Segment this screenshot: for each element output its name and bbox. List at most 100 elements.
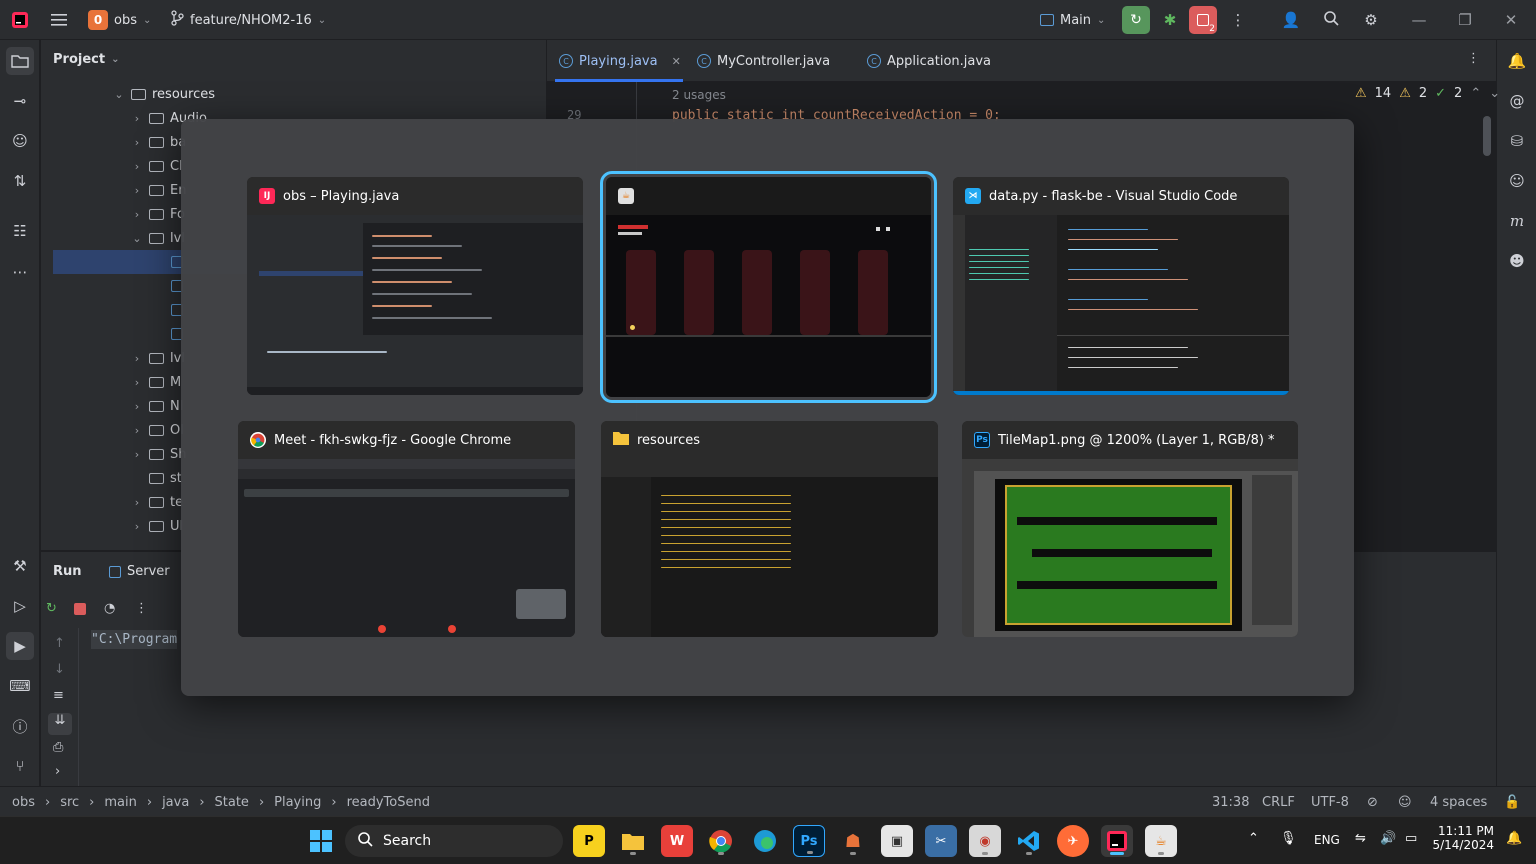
search-button[interactable]	[1317, 6, 1345, 34]
file-encoding[interactable]: UTF-8	[1311, 787, 1349, 817]
stop-button[interactable]: 2	[1189, 6, 1217, 34]
pull-request-icon[interactable]: ⇅	[6, 167, 34, 195]
run-tool-icon[interactable]: ▶	[6, 632, 34, 660]
chevron-right-icon[interactable]: ›	[131, 160, 143, 173]
tree-folder[interactable]: ⌄ resources	[113, 82, 215, 106]
stop-icon[interactable]	[74, 603, 86, 615]
tree-folder[interactable]: › UI	[131, 514, 184, 538]
copilot-icon[interactable]: ☺	[6, 127, 34, 155]
window-thumbnail-game[interactable]: ☕	[600, 171, 937, 403]
chevron-right-icon[interactable]: ›	[131, 424, 143, 437]
breadcrumb-item[interactable]: Playing	[274, 795, 321, 810]
wps-icon[interactable]: W	[661, 825, 693, 857]
chevron-right-icon[interactable]: ›	[131, 112, 143, 125]
server-tab[interactable]: Server	[109, 564, 170, 579]
language-indicator[interactable]: ENG	[1314, 833, 1340, 847]
line-separator[interactable]: CRLF	[1262, 787, 1295, 817]
inspection-widget[interactable]: ⚠ 14 ⚠ 2 ✓ 2 ⌃ ⌄	[1355, 86, 1500, 101]
more-icon[interactable]: ⋮	[135, 601, 148, 616]
build-icon[interactable]: ⚒	[6, 552, 34, 580]
volume-icon[interactable]: 🔊	[1380, 831, 1396, 846]
rerun-button[interactable]: ↻	[1122, 6, 1150, 34]
project-tool-icon[interactable]	[6, 47, 34, 75]
file-explorer-icon[interactable]	[617, 825, 649, 857]
tab-mycontroller-java[interactable]: C MyController.java	[697, 40, 830, 82]
breadcrumb-item[interactable]: java	[162, 795, 189, 810]
run-config-selector[interactable]: Main ⌄	[1040, 0, 1105, 40]
lock-icon[interactable]: 🔓	[1504, 787, 1520, 817]
arrow-down-icon[interactable]: ↓	[54, 662, 65, 677]
print-icon[interactable]: ⎙	[53, 740, 63, 755]
vscode-icon[interactable]	[1013, 825, 1045, 857]
window-thumbnail-photoshop[interactable]: Ps TileMap1.png @ 1200% (Layer 1, RGB/8)…	[962, 421, 1298, 637]
pycharm-icon[interactable]: P	[573, 825, 605, 857]
problems-icon[interactable]: ⓘ	[6, 712, 34, 740]
tree-folder[interactable]: › lvl	[131, 346, 185, 370]
chevron-right-icon[interactable]: ›	[131, 352, 143, 365]
branch-selector[interactable]: feature/NHOM2-16 ⌄	[170, 0, 326, 40]
app-logo-icon[interactable]	[6, 6, 34, 34]
tree-folder[interactable]: ⌄ lvl	[131, 226, 185, 250]
window-thumbnail-vscode[interactable]: ⋊ data.py - flask-be - Visual Studio Cod…	[953, 177, 1289, 395]
menu-icon[interactable]	[45, 6, 73, 34]
tree-folder[interactable]: › Ol	[131, 418, 184, 442]
run-panel-title[interactable]: Run	[53, 564, 82, 579]
caret-position[interactable]: 31:38	[1212, 787, 1249, 817]
console-output[interactable]: "C:\Program	[91, 630, 178, 649]
no-edit-icon[interactable]: ⊘	[1367, 787, 1378, 817]
coverage-icon[interactable]: ◔	[104, 601, 115, 616]
tree-folder[interactable]: › NI	[131, 394, 184, 418]
tree-folder[interactable]: › En	[131, 178, 187, 202]
chevron-right-icon[interactable]: ›	[131, 496, 143, 509]
plugin-icon[interactable]: ☻	[1503, 247, 1531, 275]
tree-folder[interactable]: › M	[131, 370, 181, 394]
more-tools-icon[interactable]: ⋯	[6, 258, 34, 286]
chevron-right-icon[interactable]: ›	[131, 208, 143, 221]
maven-icon[interactable]: m	[1503, 207, 1531, 235]
close-tab-icon[interactable]: ✕	[672, 55, 681, 68]
add-user-button[interactable]: 👤	[1277, 6, 1305, 34]
chevron-right-icon[interactable]: ›	[55, 764, 60, 779]
settings-button[interactable]: ⚙	[1357, 6, 1385, 34]
snipping-icon[interactable]: ✂	[925, 825, 957, 857]
chevron-right-icon[interactable]: ›	[131, 448, 143, 461]
chevron-right-icon[interactable]: ›	[131, 184, 143, 197]
tree-folder[interactable]: › Fo	[131, 202, 185, 226]
chevron-up-icon[interactable]: ⌃	[1470, 86, 1481, 101]
notification-bell-icon[interactable]: 🔔	[1506, 831, 1522, 846]
tab-application-java[interactable]: C Application.java	[867, 40, 991, 82]
editor-scrollbar[interactable]	[1483, 116, 1491, 156]
game-icon[interactable]: ☗	[837, 825, 869, 857]
chevron-right-icon[interactable]: ›	[131, 400, 143, 413]
chevron-up-icon[interactable]: ⌃	[1248, 831, 1259, 846]
window-thumbnail-explorer[interactable]: resources	[601, 421, 938, 637]
microphone-icon[interactable]: 🎙	[1280, 831, 1297, 846]
tree-folder[interactable]: st	[131, 466, 182, 490]
breadcrumb-item[interactable]: obs	[12, 795, 35, 810]
project-selector[interactable]: 0 obs ⌄	[88, 0, 151, 40]
window-thumbnail-intellij[interactable]: IJ obs – Playing.java	[247, 177, 583, 395]
terminal-icon[interactable]: ⌨	[6, 672, 34, 700]
tree-folder[interactable]: › te	[131, 490, 183, 514]
photoshop-icon[interactable]: Ps	[793, 825, 825, 857]
commit-icon[interactable]: ⊸	[6, 87, 34, 115]
tree-folder[interactable]: › Cl	[131, 154, 183, 178]
copilot-chat-icon[interactable]: ☺	[1503, 167, 1531, 195]
chevron-right-icon[interactable]: ›	[131, 376, 143, 389]
java-icon[interactable]: ☕	[1145, 825, 1177, 857]
soft-wrap-icon[interactable]: ≡	[53, 688, 64, 703]
clock[interactable]: 11:11 PM 5/14/2024	[1430, 824, 1494, 852]
breadcrumb-item[interactable]: State	[215, 795, 249, 810]
tree-folder[interactable]: › ba	[131, 130, 186, 154]
notifications-icon[interactable]: 🔔	[1503, 47, 1531, 75]
services-icon[interactable]: ▷	[6, 592, 34, 620]
breadcrumb-item[interactable]: readyToSend	[347, 795, 430, 810]
postman-icon[interactable]: ✈	[1057, 825, 1089, 857]
network-icon[interactable]: ⇋	[1355, 831, 1366, 846]
remote-icon[interactable]: ◉	[969, 825, 1001, 857]
copilot-status-icon[interactable]: ☺	[1398, 787, 1412, 817]
restore-button[interactable]: ❐	[1442, 0, 1488, 40]
usages-hint[interactable]: 2 usages	[672, 88, 726, 102]
ai-assistant-icon[interactable]: @	[1503, 87, 1531, 115]
edge-icon[interactable]	[749, 825, 781, 857]
